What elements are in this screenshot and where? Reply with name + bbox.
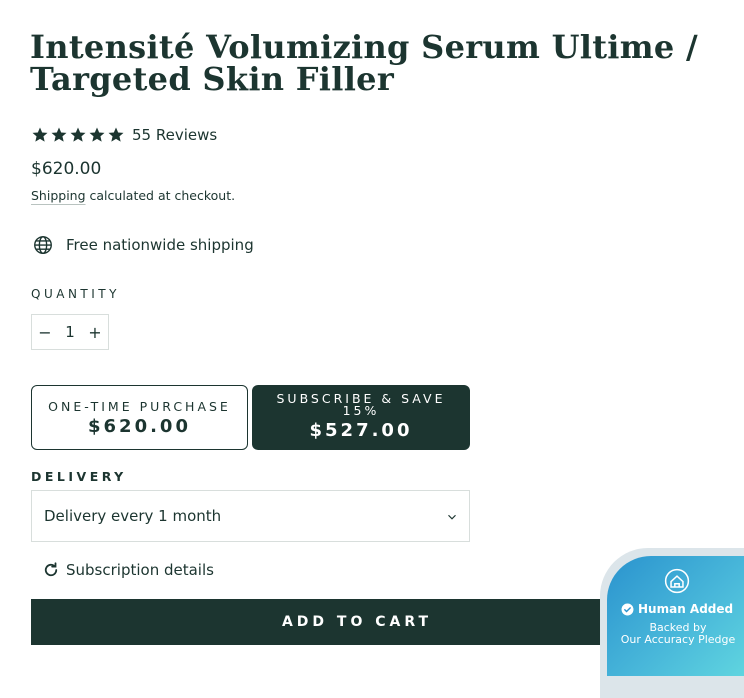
shipping-note-text: calculated at checkout. [89, 188, 236, 203]
star-icon [108, 127, 124, 142]
free-shipping-row: Free nationwide shipping [32, 234, 254, 256]
check-circle-icon [621, 603, 634, 615]
delivery-frequency-value: Delivery every 1 month [44, 507, 222, 525]
star-icon [89, 127, 105, 142]
quantity-value[interactable]: 1 [58, 323, 82, 341]
refresh-icon [44, 562, 58, 577]
quantity-stepper: − 1 + [31, 314, 109, 350]
badge-title-text: Human Added [638, 602, 734, 616]
add-to-cart-button[interactable]: ADD TO CART [31, 599, 683, 645]
subscribe-save-option[interactable]: SUBSCRIBE & SAVE 15% $527.00 [252, 385, 470, 450]
delivery-label: DELIVERY [31, 469, 127, 484]
globe-icon [34, 236, 52, 254]
badge-subtitle: Backed by Our Accuracy Pledge [607, 622, 744, 646]
subscription-details-text: Subscription details [66, 561, 214, 579]
star-icon [70, 127, 86, 142]
product-price: $620.00 [31, 159, 102, 179]
product-title: Intensité Volumizing Serum Ultime / Targ… [30, 28, 699, 98]
delivery-frequency-select[interactable]: Delivery every 1 month [31, 490, 470, 542]
reviews-count[interactable]: 55 Reviews [132, 126, 217, 144]
subscribe-save-label: SUBSCRIBE & SAVE 15% [276, 391, 446, 418]
accuracy-badge[interactable]: Human Added Backed by Our Accuracy Pledg… [607, 556, 744, 676]
quantity-label: QUANTITY [31, 287, 120, 301]
one-time-purchase-price: $620.00 [88, 416, 191, 437]
star-icon [51, 127, 67, 142]
stars [31, 126, 125, 144]
rating[interactable]: 55 Reviews [31, 126, 217, 144]
shipping-link[interactable]: Shipping [31, 188, 86, 203]
one-time-purchase-label: ONE-TIME PURCHASE [48, 399, 231, 414]
badge-subtitle-line2: Our Accuracy Pledge [620, 633, 736, 646]
subscribe-save-price: $527.00 [309, 420, 413, 441]
free-shipping-text: Free nationwide shipping [66, 236, 254, 254]
home-icon [664, 568, 690, 594]
quantity-decrease-button[interactable]: − [32, 323, 58, 342]
badge-title: Human Added [621, 602, 733, 616]
quantity-increase-button[interactable]: + [82, 323, 108, 342]
shipping-note: Shipping calculated at checkout. [31, 188, 235, 203]
one-time-purchase-option[interactable]: ONE-TIME PURCHASE $620.00 [31, 385, 248, 450]
subscription-details-link[interactable]: Subscription details [42, 561, 214, 579]
chevron-down-icon [448, 514, 456, 520]
star-icon [32, 127, 48, 142]
